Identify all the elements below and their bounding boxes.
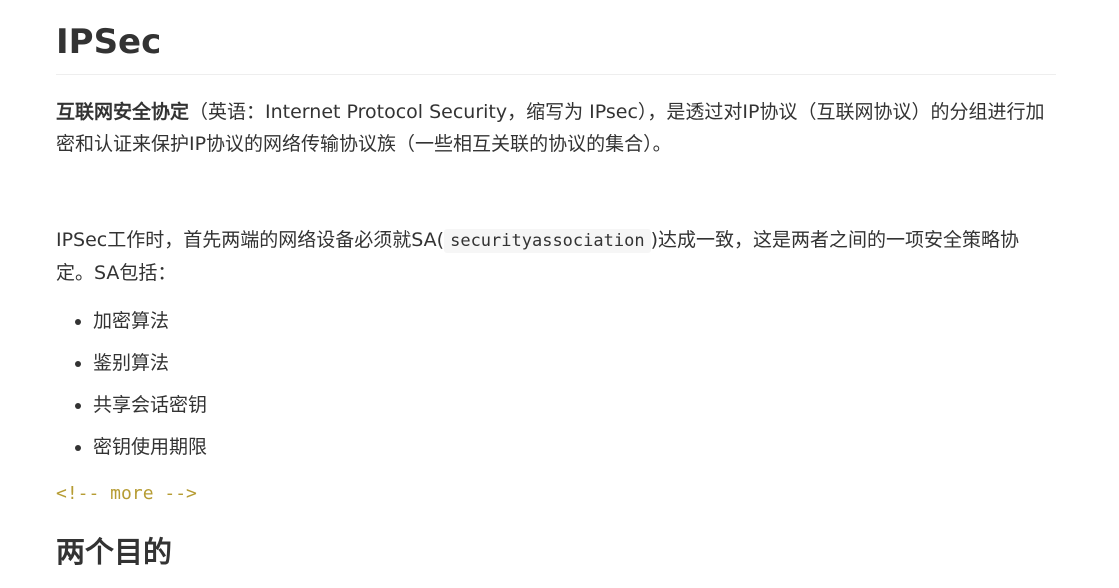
sa-paragraph: IPSec工作时，首先两端的网络设备必须就SA(securityassociat… [56, 224, 1056, 289]
page-title: IPSec [56, 20, 1056, 75]
document-page: IPSec 互联网安全协定（英语：Internet Protocol Secur… [0, 0, 1119, 588]
sa-list: 加密算法 鉴别算法 共享会话密钥 密钥使用期限 [56, 300, 993, 468]
intro-text: （英语：Internet Protocol Security，缩写为 IPsec… [56, 101, 1045, 155]
list-item: 共享会话密钥 [93, 384, 993, 426]
list-item: 鉴别算法 [93, 342, 993, 384]
section-title: 两个目的 [56, 535, 173, 569]
list-item: 加密算法 [93, 300, 993, 342]
sa-text-before: IPSec工作时，首先两端的网络设备必须就SA( [56, 229, 445, 251]
sa-inline-code: securityassociation [444, 229, 651, 253]
intro-paragraph: 互联网安全协定（英语：Internet Protocol Security，缩写… [56, 96, 1056, 160]
intro-term: 互联网安全协定 [56, 101, 190, 123]
more-comment: <!-- more --> [56, 483, 197, 504]
list-item: 密钥使用期限 [93, 426, 993, 468]
